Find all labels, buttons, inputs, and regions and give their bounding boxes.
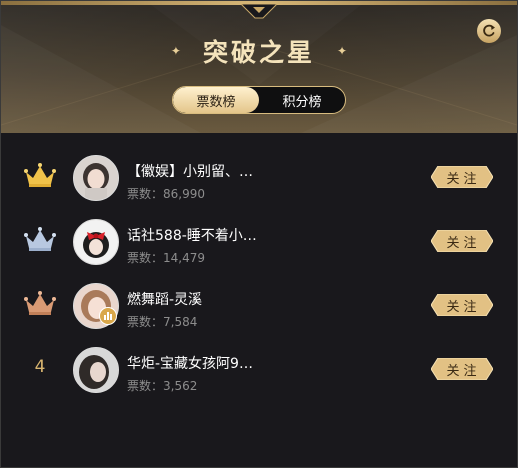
vote-count: 票数：7,584 bbox=[127, 315, 198, 329]
silver-crown-icon bbox=[24, 227, 56, 251]
tab-points-ranking[interactable]: 积分榜 bbox=[259, 87, 345, 113]
avatar-photo bbox=[74, 348, 118, 392]
follow-button-label: 关注 bbox=[446, 299, 481, 315]
follow-button-label: 关注 bbox=[446, 171, 481, 187]
title-row: ✦ 突破之星 ✦ bbox=[1, 31, 517, 71]
vote-count: 票数：3,562 bbox=[127, 379, 198, 393]
live-indicator-icon bbox=[99, 307, 117, 325]
follow-button-label: 关注 bbox=[446, 363, 481, 379]
list-item: 【徽娱】小别留、… 票数：86,990 关注 bbox=[1, 149, 517, 205]
streamer-name[interactable]: 话社588-睡不着小… bbox=[127, 225, 257, 245]
vote-count: 票数：14,479 bbox=[127, 251, 205, 265]
rank-3 bbox=[23, 289, 57, 317]
follow-button-label: 关注 bbox=[446, 235, 481, 251]
rank-1 bbox=[23, 161, 57, 189]
tab-votes-ranking[interactable]: 票数榜 bbox=[173, 87, 259, 113]
panel-title: 突破之星 bbox=[202, 38, 315, 67]
refresh-button[interactable] bbox=[477, 19, 501, 43]
avatar-photo bbox=[74, 156, 118, 200]
rank-number: 4 bbox=[34, 357, 46, 377]
list-item: 4 华炬-宝藏女孩阿9… 票数：3,562 关注 bbox=[1, 341, 517, 397]
avatar[interactable] bbox=[73, 219, 119, 265]
sparkle-right-icon: ✦ bbox=[337, 44, 348, 58]
sparkle-left-icon: ✦ bbox=[170, 44, 181, 58]
star-ranking-panel: ✦ 突破之星 ✦ 票数榜 积分榜 【徽娱】小别留、… 票数：86,990 关注 … bbox=[0, 0, 518, 468]
gold-crown-icon bbox=[24, 163, 56, 187]
follow-button[interactable]: 关注 bbox=[430, 229, 494, 253]
rank-4: 4 bbox=[23, 353, 57, 381]
list-item: 话社588-睡不着小… 票数：14,479 关注 bbox=[1, 213, 517, 269]
avatar-photo bbox=[74, 220, 118, 264]
streamer-name[interactable]: 华炬-宝藏女孩阿9… bbox=[127, 353, 253, 373]
follow-button[interactable]: 关注 bbox=[430, 357, 494, 381]
vote-count: 票数：86,990 bbox=[127, 187, 205, 201]
follow-button[interactable]: 关注 bbox=[430, 165, 494, 189]
streamer-name[interactable]: 燃舞蹈-灵溪 bbox=[127, 289, 202, 309]
refresh-icon bbox=[483, 24, 495, 37]
follow-button[interactable]: 关注 bbox=[430, 293, 494, 317]
header-notch-ornament bbox=[241, 4, 277, 19]
bronze-crown-icon bbox=[24, 291, 56, 315]
streamer-name[interactable]: 【徽娱】小别留、… bbox=[127, 161, 253, 181]
rank-2 bbox=[23, 225, 57, 253]
avatar[interactable] bbox=[73, 155, 119, 201]
list-item: 燃舞蹈-灵溪 票数：7,584 关注 bbox=[1, 277, 517, 333]
ranking-tabs: 票数榜 积分榜 bbox=[172, 86, 346, 114]
avatar[interactable] bbox=[73, 347, 119, 393]
